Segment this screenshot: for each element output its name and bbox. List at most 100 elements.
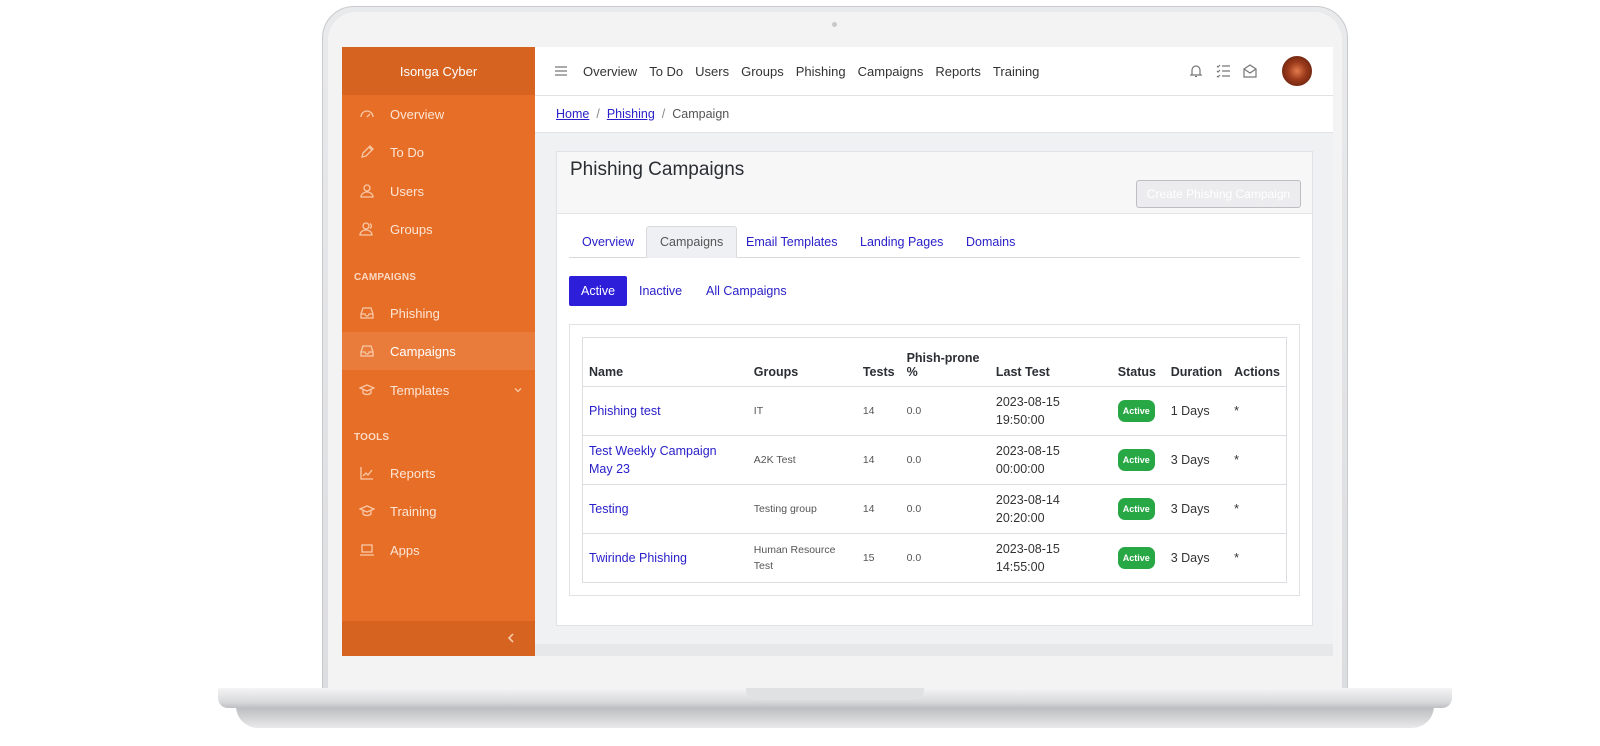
campaign-name-link[interactable]: Phishing test <box>582 386 748 436</box>
page-bottom-strip <box>535 644 1333 656</box>
breadcrumb-home[interactable]: Home <box>556 107 589 121</box>
task-list-icon[interactable] <box>1216 63 1230 78</box>
hamburger-menu-icon[interactable] <box>555 64 567 78</box>
campaign-name-link[interactable]: Test Weekly Campaign May 23 <box>582 435 748 485</box>
status-badge: Active <box>1117 449 1155 471</box>
table-row: Twirinde Phishing Human Resource Test 15… <box>583 534 1287 583</box>
filter-inactive-button[interactable]: Inactive <box>627 276 694 306</box>
sidebar-item-campaigns[interactable]: Campaigns <box>342 332 535 370</box>
create-phishing-campaign-button[interactable]: Create Phishing Campaign <box>1136 180 1301 208</box>
sidebar-item-todo[interactable]: To Do <box>342 133 535 171</box>
sidebar-item-templates[interactable]: Templates <box>342 371 535 409</box>
tab-campaigns[interactable]: Campaigns <box>646 226 738 258</box>
top-navbar: Overview To Do Users Groups Phishing Cam… <box>535 47 1333 96</box>
tab-landing-pages[interactable]: Landing Pages <box>847 226 956 258</box>
last-test-time: 19:50:00 <box>995 413 1045 427</box>
last-test-date: 2023-08-15 <box>995 395 1060 409</box>
breadcrumb-separator: / <box>661 107 666 121</box>
topnav-link-overview[interactable]: Overview <box>583 64 637 79</box>
chart-line-icon <box>360 467 373 480</box>
filter-all-campaigns-button[interactable]: All Campaigns <box>694 276 799 306</box>
group-icon <box>359 222 373 236</box>
header-line: Phish-prone <box>906 351 980 365</box>
topnav-link-phishing[interactable]: Phishing <box>796 64 846 79</box>
breadcrumb-separator: / <box>596 107 600 121</box>
sidebar-item-reports[interactable]: Reports <box>342 454 535 492</box>
column-header-name[interactable]: Name <box>582 337 748 387</box>
last-test-time: 20:20:00 <box>995 511 1045 525</box>
status-badge: Active <box>1117 400 1155 422</box>
campaign-groups: Human Resource Test <box>753 544 836 572</box>
campaign-status: Active <box>1112 534 1165 583</box>
campaign-groups: Testing group <box>747 484 857 534</box>
sidebar-item-label: Templates <box>390 382 450 398</box>
user-icon <box>360 184 374 198</box>
topnav-link-campaigns[interactable]: Campaigns <box>858 64 924 79</box>
sidebar-item-phishing[interactable]: Phishing <box>342 294 535 332</box>
sidebar-item-overview[interactable]: Overview <box>342 95 535 133</box>
sidebar-item-label: Overview <box>390 106 445 122</box>
campaign-actions[interactable]: * <box>1228 435 1287 485</box>
topnav-link-users[interactable]: Users <box>695 64 729 79</box>
graduation-cap-icon <box>359 505 375 517</box>
sidebar-item-users[interactable]: Users <box>342 172 535 210</box>
column-header-phish-prone[interactable]: Phish-prone% <box>900 337 990 387</box>
chevron-down-icon[interactable] <box>513 385 523 395</box>
campaign-groups: A2K Test <box>747 435 857 485</box>
column-header-tests[interactable]: Tests <box>856 337 901 387</box>
top-nav-links: Overview To Do Users Groups Phishing Cam… <box>583 47 1039 96</box>
tab-email-templates[interactable]: Email Templates <box>733 226 850 258</box>
last-test-time: 00:00:00 <box>995 462 1045 476</box>
campaign-phish-prone: 0.0 <box>900 484 990 534</box>
column-header-last-test[interactable]: Last Test <box>989 337 1112 387</box>
avatar[interactable] <box>1282 56 1312 86</box>
graduation-cap-icon <box>359 384 375 396</box>
campaign-last-test: 2023-08-15 19:50:00 <box>989 386 1112 436</box>
inbox-icon <box>360 345 374 357</box>
sidebar-item-label: Reports <box>390 465 436 481</box>
sidebar-item-label: Campaigns <box>390 343 456 359</box>
campaign-status: Active <box>1111 484 1165 534</box>
topnav-link-groups[interactable]: Groups <box>741 64 784 79</box>
column-header-status[interactable]: Status <box>1111 337 1165 387</box>
sidebar-footer <box>342 621 535 656</box>
page-title: Phishing Campaigns <box>570 159 745 180</box>
breadcrumb: Home / Phishing / Campaign <box>535 96 1333 133</box>
campaign-tests: 14 <box>856 435 901 485</box>
campaign-name-link[interactable]: Testing <box>582 484 748 534</box>
campaign-actions[interactable]: * <box>1228 484 1287 534</box>
screen: Isonga Cyber Overview To Do Users Groups… <box>342 47 1333 656</box>
laptop-icon <box>360 544 374 556</box>
campaign-duration: 1 Days <box>1164 386 1229 436</box>
topnav-link-reports[interactable]: Reports <box>935 64 981 79</box>
filter-active-button[interactable]: Active <box>569 276 628 306</box>
campaign-actions[interactable]: * <box>1228 534 1286 583</box>
column-header-duration[interactable]: Duration <box>1164 337 1229 387</box>
column-header-groups[interactable]: Groups <box>747 337 857 387</box>
campaign-status: Active <box>1111 435 1165 485</box>
campaign-name-link[interactable]: Twirinde Phishing <box>583 534 748 583</box>
campaigns-table: Name Groups Tests Phish-prone% Last Test… <box>582 337 1287 583</box>
sidebar-item-apps[interactable]: Apps <box>342 531 535 569</box>
camera-dot <box>832 22 837 27</box>
campaign-phish-prone: 0.0 <box>900 386 990 436</box>
topnav-link-training[interactable]: Training <box>993 64 1039 79</box>
section-heading-campaigns: CAMPAIGNS <box>354 272 417 283</box>
tab-domains[interactable]: Domains <box>953 226 1028 258</box>
last-test-date: 2023-08-15 <box>995 542 1060 556</box>
column-header-actions: Actions <box>1228 337 1287 387</box>
sidebar-item-label: Apps <box>390 542 420 558</box>
sidebar-item-groups[interactable]: Groups <box>342 210 535 248</box>
sidebar-item-training[interactable]: Training <box>342 492 535 530</box>
chevron-left-icon[interactable] <box>505 631 517 645</box>
dashboard-icon <box>360 110 374 118</box>
campaign-duration: 3 Days <box>1164 435 1229 485</box>
campaign-tests: 14 <box>856 484 901 534</box>
campaign-actions[interactable]: * <box>1228 386 1287 436</box>
envelope-open-icon[interactable] <box>1243 63 1257 78</box>
brand-title[interactable]: Isonga Cyber <box>342 47 535 95</box>
bell-icon[interactable] <box>1189 63 1203 78</box>
tab-overview[interactable]: Overview <box>569 226 647 258</box>
topnav-link-todo[interactable]: To Do <box>649 64 683 79</box>
breadcrumb-phishing[interactable]: Phishing <box>607 107 655 121</box>
